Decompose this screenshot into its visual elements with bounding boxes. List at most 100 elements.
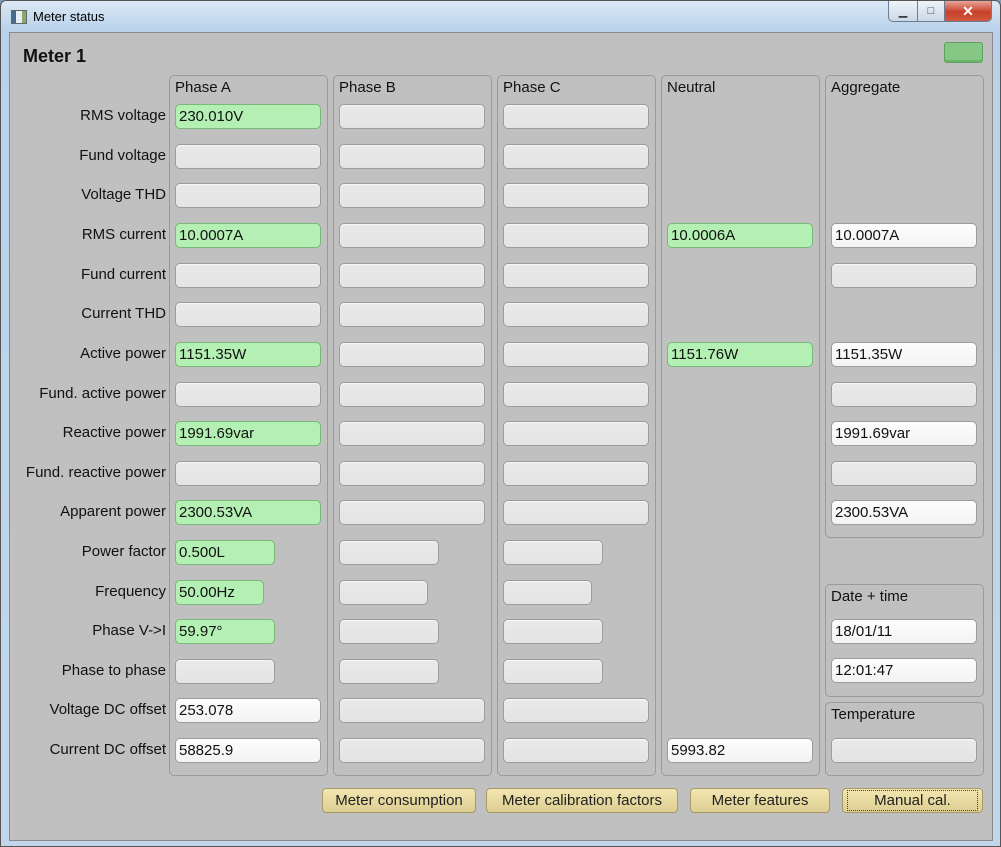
close-icon: ✕: [962, 2, 974, 19]
meter-panel: Meter 1 RMS voltage Fund voltage Voltage T…: [9, 32, 993, 841]
phase-a-frequency-field: 50.00Hz: [175, 580, 264, 605]
meter-features-button[interactable]: Meter features: [690, 788, 830, 813]
meter-status-window: Meter status ▁ □ ✕ Meter 1 RMS voltage Fu…: [0, 0, 1001, 847]
status-led: [944, 42, 983, 63]
phase-c-voltage-dc-offset-field: [503, 698, 649, 723]
phase-a-apparent-power-field: 2300.53VA: [175, 500, 321, 525]
phase-b-fund-current-field: [339, 263, 485, 288]
phase-a-fund-reactive-power-field: [175, 461, 321, 486]
phase-c-phase-to-phase-field: [503, 659, 603, 684]
phase-a-voltage-thd-field: [175, 183, 321, 208]
phase-c-fund-current-field: [503, 263, 649, 288]
phase-a-current-dc-offset-field: 58825.9: [175, 738, 321, 763]
phase-b-reactive-power-field: [339, 421, 485, 446]
neutral-active-power-field: 1151.76W: [667, 342, 813, 367]
minimize-button[interactable]: ▁: [888, 1, 918, 22]
aggregate-reactive-power-field: 1991.69var: [831, 421, 977, 446]
row-label-voltage-dc-offset: Voltage DC offset: [49, 701, 166, 718]
button-label: Meter consumption: [335, 792, 463, 809]
phase-c-power-factor-field: [503, 540, 603, 565]
phase-c-frequency-field: [503, 580, 592, 605]
phase-a-power-factor-field: 0.500L: [175, 540, 275, 565]
row-label-phase-v-i: Phase V->I: [92, 622, 166, 639]
phase-b-active-power-field: [339, 342, 485, 367]
aggregate-apparent-power-field: 2300.53VA: [831, 500, 977, 525]
phase-b-frequency-field: [339, 580, 428, 605]
group-neutral: Neutral: [661, 75, 820, 776]
row-label-active-power: Active power: [80, 345, 166, 362]
phase-c-voltage-thd-field: [503, 183, 649, 208]
phase-c-rms-voltage-field: [503, 104, 649, 129]
phase-a-current-thd-field: [175, 302, 321, 327]
phase-b-voltage-dc-offset-field: [339, 698, 485, 723]
meter-calibration-factors-button[interactable]: Meter calibration factors: [486, 788, 678, 813]
meter-title: Meter 1: [23, 46, 87, 66]
meter-consumption-button[interactable]: Meter consumption: [322, 788, 476, 813]
minimize-icon: ▁: [898, 5, 908, 18]
phase-a-voltage-dc-offset-field: 253.078: [175, 698, 321, 723]
aggregate-fund-reactive-power-field: [831, 461, 977, 486]
button-label: Manual cal.: [847, 790, 978, 811]
row-label-fund-active-power: Fund. active power: [39, 385, 166, 402]
row-label-voltage-thd: Voltage THD: [81, 186, 166, 203]
close-button[interactable]: ✕: [945, 1, 992, 22]
row-label-fund-reactive-power: Fund. reactive power: [25, 464, 166, 481]
phase-b-rms-voltage-field: [339, 104, 485, 129]
button-label: Meter calibration factors: [501, 792, 663, 809]
title-bar[interactable]: Meter status ▁ □ ✕: [1, 1, 1000, 33]
phase-a-phase-v-i-field: 59.97°: [175, 619, 275, 644]
aggregate-fund-current-field: [831, 263, 977, 288]
row-label-rms-current: RMS current: [81, 226, 166, 243]
phase-a-rms-current-field: 10.0007A: [175, 223, 321, 248]
aggregate-fund-active-power-field: [831, 382, 977, 407]
phase-c-fund-reactive-power-field: [503, 461, 649, 486]
row-label-power-factor: Power factor: [81, 543, 166, 560]
phase-b-voltage-thd-field: [339, 183, 485, 208]
phase-a-active-power-field: 1151.35W: [175, 342, 321, 367]
phase-c-current-thd-field: [503, 302, 649, 327]
phase-b-power-factor-field: [339, 540, 439, 565]
phase-c-active-power-field: [503, 342, 649, 367]
row-label-fund-current: Fund current: [80, 266, 166, 283]
window-title: Meter status: [33, 9, 105, 24]
phase-b-phase-to-phase-field: [339, 659, 439, 684]
phase-a-reactive-power-field: 1991.69var: [175, 421, 321, 446]
date-field: 18/01/11: [831, 619, 977, 644]
row-label-rms-voltage: RMS voltage: [80, 107, 166, 124]
phase-c-apparent-power-field: [503, 500, 649, 525]
phase-a-fund-active-power-field: [175, 382, 321, 407]
maximize-icon: □: [927, 5, 935, 17]
phase-c-fund-voltage-field: [503, 144, 649, 169]
phase-c-current-dc-offset-field: [503, 738, 649, 763]
group-title: Neutral: [667, 79, 716, 96]
row-label-current-dc-offset: Current DC offset: [49, 741, 166, 758]
phase-c-phase-v-i-field: [503, 619, 603, 644]
temperature-field: [831, 738, 977, 763]
phase-c-reactive-power-field: [503, 421, 649, 446]
neutral-current-dc-offset-field: 5993.82: [667, 738, 813, 763]
phase-b-fund-voltage-field: [339, 144, 485, 169]
app-icon: [11, 10, 27, 24]
phase-b-rms-current-field: [339, 223, 485, 248]
aggregate-rms-current-field: 10.0007A: [831, 223, 977, 248]
phase-b-fund-active-power-field: [339, 382, 485, 407]
manual-cal-button[interactable]: Manual cal.: [842, 788, 983, 813]
phase-a-rms-voltage-field: 230.010V: [175, 104, 321, 129]
group-title: Aggregate: [831, 79, 901, 96]
time-field: 12:01:47: [831, 658, 977, 683]
row-label-reactive-power: Reactive power: [62, 424, 166, 441]
row-label-current-thd: Current THD: [81, 305, 166, 322]
row-label-fund-voltage: Fund voltage: [79, 147, 166, 164]
phase-b-current-thd-field: [339, 302, 485, 327]
group-title: Phase C: [503, 79, 561, 96]
phase-b-apparent-power-field: [339, 500, 485, 525]
group-title: Date + time: [831, 588, 909, 605]
phase-b-current-dc-offset-field: [339, 738, 485, 763]
phase-b-phase-v-i-field: [339, 619, 439, 644]
neutral-rms-current-field: 10.0006A: [667, 223, 813, 248]
maximize-button[interactable]: □: [918, 1, 945, 22]
phase-a-fund-current-field: [175, 263, 321, 288]
button-label: Meter features: [711, 792, 809, 809]
row-label-phase-to-phase: Phase to phase: [61, 662, 166, 679]
phase-a-phase-to-phase-field: [175, 659, 275, 684]
